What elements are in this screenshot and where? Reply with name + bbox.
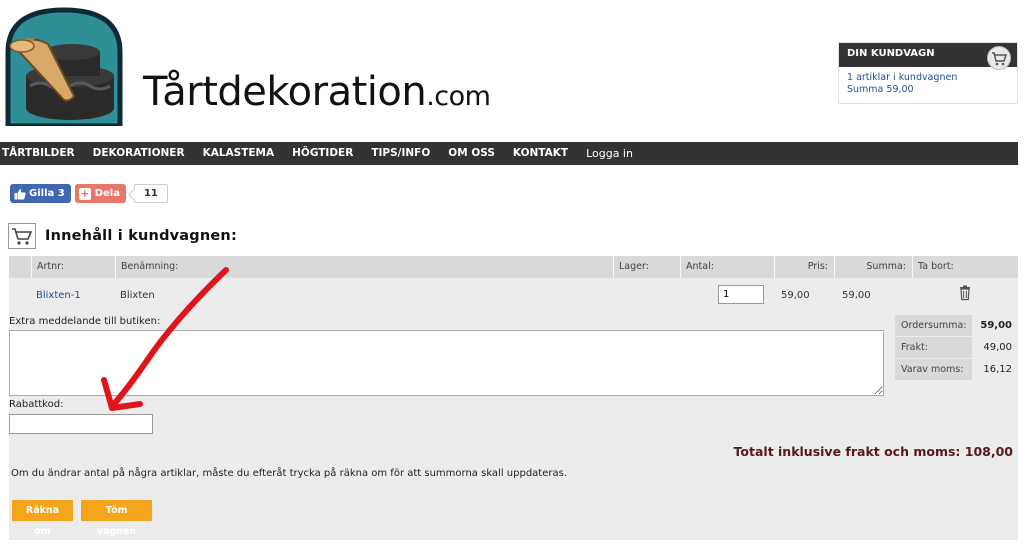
summary-row-vat: Varav moms: 16,12: [895, 359, 1012, 381]
summary-row-order: Ordersumma: 59,00: [895, 315, 1012, 337]
cart-table-header: Artnr: Benämning: Lager: Antal: Pris: Su…: [9, 256, 1018, 278]
col-stock: Lager:: [613, 256, 680, 278]
summary-row-shipping: Frakt: 49,00: [895, 337, 1012, 359]
share-count: 11: [133, 184, 168, 203]
cart-panel: Artnr: Benämning: Lager: Antal: Pris: Su…: [9, 256, 1018, 540]
mini-cart-items[interactable]: 1 artiklar i kundvagnen: [847, 72, 1009, 84]
nav-item-dekorationer[interactable]: DEKORATIONER: [84, 142, 194, 165]
nav-item-tips-info[interactable]: TIPS/INFO: [362, 142, 439, 165]
logo-cake-icon: [5, 7, 123, 129]
site-logo[interactable]: [0, 4, 126, 129]
row-name: Blixten: [120, 290, 155, 301]
site-tld: .com: [426, 81, 491, 112]
plus-icon: +: [78, 186, 91, 200]
mini-cart: DIN KUNDVAGN 1 artiklar i kundvagnen Sum…: [838, 42, 1018, 104]
update-info-text: Om du ändrar antal på några artiklar, må…: [11, 468, 568, 479]
nav-item-kalastema[interactable]: KALASTEMA: [194, 142, 284, 165]
cart-heading: Innehåll i kundvagnen:: [45, 228, 237, 244]
mini-cart-title: DIN KUNDVAGN: [847, 48, 935, 59]
mini-cart-body[interactable]: 1 artiklar i kundvagnen Summa 59,00: [839, 67, 1017, 101]
like-button[interactable]: Gilla 3: [10, 184, 71, 203]
col-remove: Ta bort:: [912, 256, 1018, 278]
like-label: Gilla 3: [29, 188, 65, 199]
nav-item-hogtider[interactable]: HÖGTIDER: [283, 142, 362, 165]
col-price: Pris:: [774, 256, 834, 278]
summary-value: 49,00: [983, 342, 1012, 353]
thumbs-up-icon: [14, 188, 26, 199]
row-price: 59,00: [781, 290, 810, 301]
summary-label: Ordersumma:: [895, 315, 972, 337]
nav-item-tartbilder[interactable]: TÅRTBILDER: [0, 142, 84, 165]
extra-message-field[interactable]: [9, 330, 884, 396]
main-nav: TÅRTBILDER DEKORATIONER KALASTEMA HÖGTID…: [0, 142, 1018, 165]
summary-label: Varav moms:: [895, 359, 972, 381]
summary-value: 59,00: [980, 320, 1012, 331]
cart-icon[interactable]: [987, 46, 1011, 70]
row-artnr[interactable]: Blixten-1: [36, 290, 81, 301]
summary-label: Frakt:: [895, 337, 972, 359]
cart-heading-icon: [8, 223, 36, 249]
col-qty: Antal:: [680, 256, 774, 278]
nav-item-kontakt[interactable]: KONTAKT: [504, 142, 577, 165]
row-sum: 59,00: [842, 290, 871, 301]
share-label: Dela: [94, 188, 120, 199]
trash-icon[interactable]: [958, 285, 972, 301]
mini-cart-sum[interactable]: Summa 59,00: [847, 84, 1009, 96]
nav-item-login[interactable]: Logga in: [577, 142, 642, 165]
mini-cart-header: DIN KUNDVAGN: [839, 43, 1017, 70]
order-summary: Ordersumma: 59,00 Frakt: 49,00 Varav mom…: [895, 315, 1012, 381]
recalculate-button[interactable]: Räkna om: [12, 500, 73, 537]
social-bar: Gilla 3 + Dela 11: [10, 184, 168, 203]
col-artnr: Artnr:: [31, 256, 115, 278]
empty-cart-button[interactable]: Töm vagnen: [81, 500, 152, 537]
grand-total: Totalt inklusive frakt och moms: 108,00: [733, 444, 1013, 459]
discount-label: Rabattkod:: [9, 399, 64, 410]
col-name: Benämning:: [115, 256, 613, 278]
discount-code-input[interactable]: [9, 414, 153, 434]
site-name: Tårtdekoration: [143, 69, 427, 115]
col-sum: Summa:: [834, 256, 912, 278]
quantity-input[interactable]: [718, 285, 764, 304]
extra-message-label: Extra meddelande till butiken:: [9, 316, 161, 327]
share-button[interactable]: + Dela: [74, 184, 126, 203]
summary-value: 16,12: [983, 364, 1012, 375]
nav-item-om-oss[interactable]: OM OSS: [439, 142, 504, 165]
site-title[interactable]: Tårtdekoration.com: [143, 69, 491, 115]
